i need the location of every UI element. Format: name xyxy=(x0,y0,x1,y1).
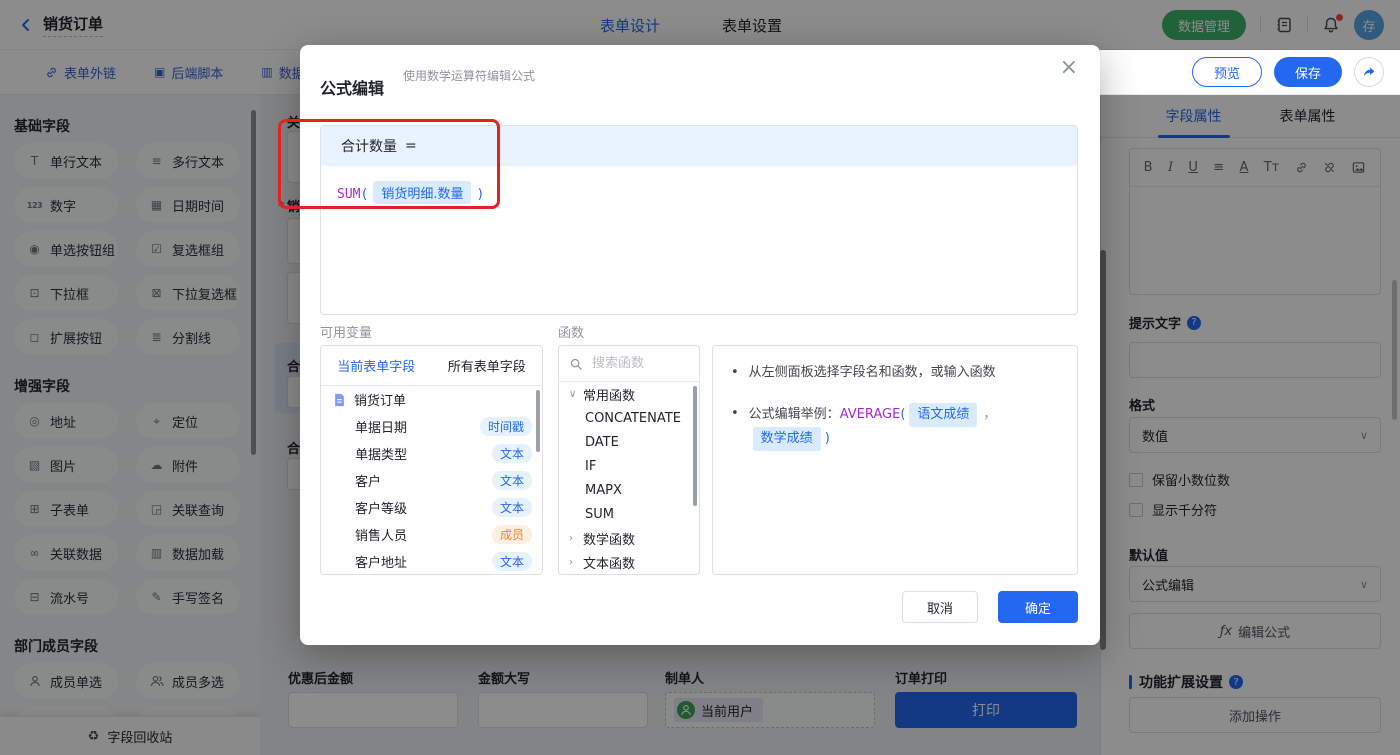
variable-name: 客户地址 xyxy=(355,552,492,571)
function-group-数学函数[interactable]: ›数学函数 xyxy=(559,526,699,550)
close-icon[interactable]: × xyxy=(1060,57,1078,79)
tips-panel: • 从左侧面板选择字段名和函数，或输入函数 • 公式编辑举例：AVERAGE( 语文成绩… xyxy=(712,345,1078,575)
tip-part: AVERAGE xyxy=(840,407,901,422)
function-group-label: 数学函数 xyxy=(583,529,635,548)
formula-function: SUM xyxy=(337,187,360,202)
variable-row-客户等级[interactable]: 客户等级文本 xyxy=(321,494,542,521)
canvas-actions: 预览 保存 xyxy=(1100,50,1400,95)
paren: ) xyxy=(476,187,484,202)
variable-name: 销售人员 xyxy=(355,525,492,544)
function-IF[interactable]: IF xyxy=(559,454,699,478)
function-group-label: 文本函数 xyxy=(583,553,635,572)
formula-target: 合计数量= xyxy=(321,126,1077,166)
function-SUM[interactable]: SUM xyxy=(559,502,699,526)
function-group-文本函数[interactable]: ›文本函数 xyxy=(559,550,699,574)
formula-editor: 合计数量= SUM( 销货明细.数量) xyxy=(320,125,1078,315)
variables-panel: 当前表单字段所有表单字段 销货订单单据日期时间戳单据类型文本客户文本客户等级文本… xyxy=(320,345,543,575)
chevron-down-icon: ∨ xyxy=(569,389,583,400)
variable-name: 客户 xyxy=(355,471,492,490)
share-button[interactable] xyxy=(1354,57,1384,87)
tip-text: 从左侧面板选择字段名和函数，或输入函数 xyxy=(749,362,996,384)
formula-field-chip[interactable]: 销货明细.数量 xyxy=(373,181,471,204)
share-arrow-icon xyxy=(1362,65,1376,79)
formula-input-area[interactable]: SUM( 销货明细.数量) xyxy=(321,166,1077,219)
variable-row-单据日期[interactable]: 单据日期时间戳 xyxy=(321,413,542,440)
variables-root-row[interactable]: 销货订单 xyxy=(321,386,542,413)
variables-tab-当前表单字段[interactable]: 当前表单字段 xyxy=(321,346,432,385)
dialog-subtitle: 使用数学运算符编辑公式 xyxy=(403,67,535,84)
variable-name: 单据日期 xyxy=(355,417,480,436)
app-root: 销货订单 表单设计表单设置 数据管理 存 表单外链▣后端脚本▥数据权限 基础字段… xyxy=(0,0,1400,755)
function-group-常用函数[interactable]: ∨常用函数 xyxy=(559,382,699,406)
tip-field-chip[interactable]: 数学成绩 xyxy=(753,427,821,451)
variable-type-badge: 文本 xyxy=(492,552,532,571)
tip-field-chip[interactable]: 语文成绩 xyxy=(909,403,977,427)
variables-root-label: 销货订单 xyxy=(354,390,532,409)
variables-scrollbar[interactable] xyxy=(536,390,540,452)
functions-panel: ∨常用函数CONCATENATEDATEIFMAPXSUM›数学函数›文本函数 xyxy=(558,345,700,575)
variable-name: 单据类型 xyxy=(355,444,492,463)
variable-type-badge: 文本 xyxy=(492,498,532,517)
save-button[interactable]: 保存 xyxy=(1274,57,1342,87)
variable-row-客户地址[interactable]: 客户地址文本 xyxy=(321,548,542,575)
chevron-right-icon: › xyxy=(569,557,583,568)
preview-button[interactable]: 预览 xyxy=(1192,57,1262,87)
bullet-icon: • xyxy=(731,403,739,425)
tip-part: 从左侧面板选择字段名和函数，或输入函数 xyxy=(749,365,996,380)
variable-name: 客户等级 xyxy=(355,498,492,517)
functions-scrollbar[interactable] xyxy=(693,386,697,506)
tip-part: ， xyxy=(983,407,996,422)
cancel-button[interactable]: 取消 xyxy=(902,591,978,623)
variable-type-badge: 成员 xyxy=(492,525,532,544)
confirm-button[interactable]: 确定 xyxy=(998,591,1078,623)
dialog-title: 公式编辑 xyxy=(320,75,384,99)
tip-row: • 从左侧面板选择字段名和函数，或输入函数 xyxy=(731,362,1059,384)
function-DATE[interactable]: DATE xyxy=(559,430,699,454)
function-search-input[interactable] xyxy=(590,355,680,372)
tip-row: • 公式编辑举例：AVERAGE( 语文成绩 ， 数学成绩) xyxy=(731,403,1059,451)
function-CONCATENATE[interactable]: CONCATENATE xyxy=(559,406,699,430)
tip-part: ( xyxy=(900,407,905,422)
variable-type-badge: 时间戳 xyxy=(480,417,532,436)
tip-part: ) xyxy=(825,431,830,446)
variable-type-badge: 文本 xyxy=(492,471,532,490)
variable-row-销售人员[interactable]: 销售人员成员 xyxy=(321,521,542,548)
tip-part: 公式编辑举例： xyxy=(749,407,840,422)
function-search xyxy=(559,346,699,382)
function-MAPX[interactable]: MAPX xyxy=(559,478,699,502)
function-group-label: 常用函数 xyxy=(583,385,635,404)
tip-text: 公式编辑举例：AVERAGE( 语文成绩 ， 数学成绩) xyxy=(749,403,1059,451)
chevron-right-icon: › xyxy=(569,533,583,544)
variables-label: 可用变量 xyxy=(320,322,372,341)
formula-edit-dialog: 公式编辑 使用数学运算符编辑公式 × 合计数量= SUM(销货明细.数量) 可用… xyxy=(300,45,1100,645)
variable-row-单据类型[interactable]: 单据类型文本 xyxy=(321,440,542,467)
bullet-icon: • xyxy=(731,362,739,384)
variable-row-客户[interactable]: 客户文本 xyxy=(321,467,542,494)
variables-tab-所有表单字段[interactable]: 所有表单字段 xyxy=(432,346,543,385)
variable-type-badge: 文本 xyxy=(492,444,532,463)
search-icon xyxy=(569,357,583,371)
form-doc-icon xyxy=(333,393,346,407)
paren: ( xyxy=(360,187,368,202)
functions-label: 函数 xyxy=(558,322,584,341)
